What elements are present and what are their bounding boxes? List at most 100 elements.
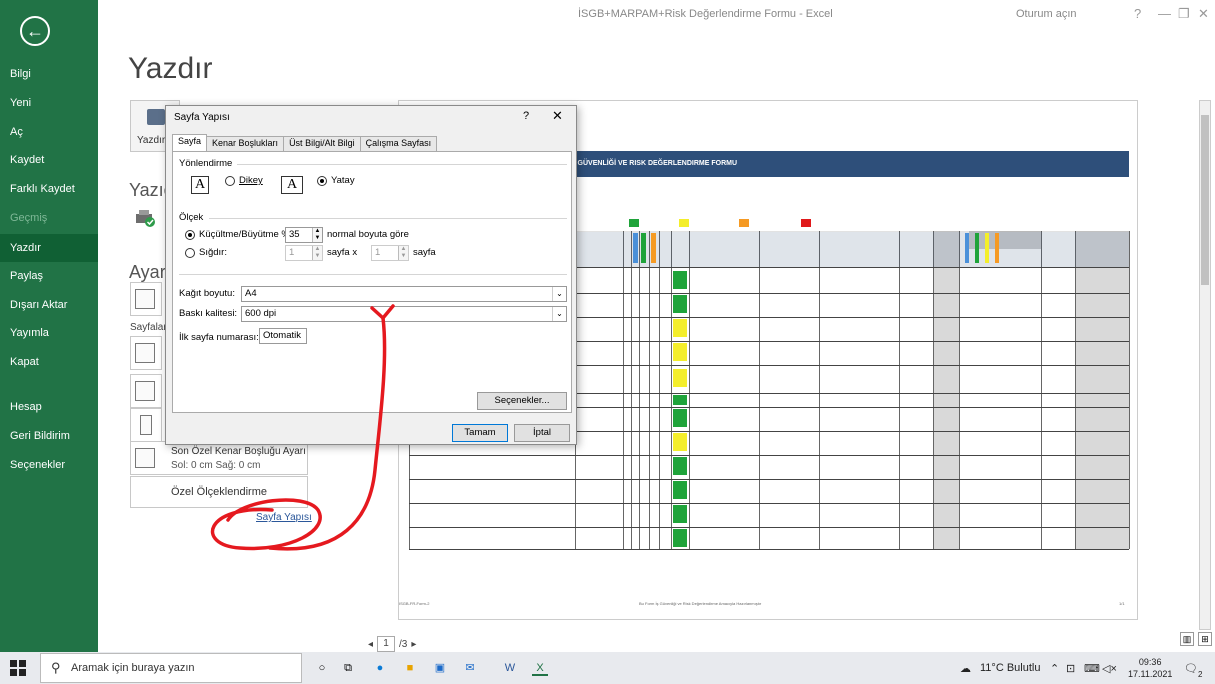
sign-in-link[interactable]: Oturum açın [1016,8,1077,20]
sidebar-item-open[interactable]: Aç [0,118,98,146]
margins-selector[interactable]: Son Özel Kenar Boşluğu Ayarı Sol: 0 cm S… [130,441,308,475]
adjust-to-suffix: normal boyuta göre [327,229,409,240]
sidebar-item-feedback[interactable]: Geri Bildirim [0,422,98,450]
preview-footer-center: Bu Form İş Güvenliği ve Risk Değerlendir… [639,601,762,606]
sidebar-item-account[interactable]: Hesap [0,393,98,421]
legend-green-swatch [629,219,639,227]
fit-wide-suffix: sayfa x [327,247,358,258]
custom-scaling-selector[interactable]: Özel Ölçeklendirme [130,476,308,508]
adjust-to-spinner[interactable]: 35 ▲ ▼ [285,227,323,243]
tab-margins[interactable]: Kenar Boşlukları [206,136,285,151]
show-hidden-icons-icon[interactable]: ⌃ [1050,662,1059,675]
sidebar-item-export[interactable]: Dışarı Aktar [0,291,98,319]
preview-scrollbar[interactable] [1199,100,1211,630]
restore-icon[interactable]: ❐ [1178,6,1190,22]
store-icon[interactable]: ▣ [432,660,448,676]
margins-title: Son Özel Kenar Boşluğu Ayarı [171,446,306,457]
legend-yellow-swatch [679,219,689,227]
dialog-close-icon[interactable]: ✕ [552,108,563,124]
search-icon: ⚲ [51,660,61,675]
window-title: İSGB+MARPAM+Risk Değerlendirme Formu - E… [578,8,833,20]
orientation-icon [135,381,155,401]
fit-tall-suffix: sayfa [413,247,436,258]
dialog-help-icon[interactable]: ? [523,110,529,122]
sidebar-item-history: Geçmiş [10,212,48,224]
chevron-down-icon[interactable]: ⌄ [552,287,566,301]
fit-to-radio[interactable] [185,248,195,258]
total-pages: /3 [399,638,408,650]
clock-date: 17.11.2021 [1128,669,1173,679]
sidebar-item-print[interactable]: Yazdır [0,234,98,262]
taskbar-clock[interactable]: 09:36 17.11.2021 [1128,656,1172,680]
notification-count: 2 [1198,670,1203,679]
ok-button[interactable]: Tamam [452,424,508,442]
taskbar-search-input[interactable]: ⚲ Aramak için buraya yazın [40,653,302,683]
adjust-to-radio[interactable] [185,230,195,240]
adjust-to-value: 35 [289,229,300,240]
landscape-label: Yatay [331,175,355,186]
windows-start-icon[interactable] [10,660,26,676]
print-what-selector[interactable] [130,282,162,316]
sidebar-item-save-as[interactable]: Farklı Kaydet [0,175,98,203]
print-quality-select[interactable]: 600 dpi ⌄ [241,306,567,322]
first-page-number-label: İlk sayfa numarası: [179,332,259,343]
file-explorer-icon[interactable]: ■ [402,660,418,676]
spinner-arrows-icon[interactable]: ▲ ▼ [312,228,322,242]
network-icon[interactable]: ⊡ [1066,662,1075,675]
spinner-arrows-icon[interactable]: ▲ ▼ [398,246,408,260]
first-page-number-input[interactable]: Otomatik [259,328,307,344]
mail-icon[interactable]: ✉ [462,660,478,676]
zoom-to-page-icon[interactable]: ⊞ [1198,632,1212,646]
collate-selector[interactable] [130,336,162,370]
scale-group-label: Ölçek [179,212,204,223]
weather-icon[interactable]: ☁ [960,662,971,675]
sidebar-item-save[interactable]: Kaydet [0,146,98,174]
notification-center-icon[interactable]: 🗨 [1184,662,1198,675]
spinner-arrows-icon[interactable]: ▲ ▼ [312,246,322,260]
page-title: Yazdır [128,52,213,85]
show-margins-icon[interactable]: ▥ [1180,632,1194,646]
sidebar-item-close[interactable]: Kapat [0,348,98,376]
sidebar-item-publish[interactable]: Yayımla [0,319,98,347]
landscape-radio[interactable] [317,176,327,186]
help-icon[interactable]: ? [1134,6,1141,21]
word-icon[interactable]: W [502,660,518,676]
paper-size-selector[interactable] [130,408,162,442]
options-button[interactable]: Seçenekler... [477,392,567,410]
volume-icon[interactable]: ◁× [1102,662,1117,675]
cortana-icon[interactable]: ○ [314,660,330,676]
fit-tall-spinner[interactable]: 1 ▲ ▼ [371,245,409,261]
portrait-radio[interactable] [225,176,235,186]
excel-icon[interactable]: X [532,660,548,676]
sidebar-item-options[interactable]: Seçenekler [0,451,98,479]
landscape-page-icon: A [281,176,303,194]
page-icon [140,415,152,435]
current-page-input[interactable]: 1 [377,636,396,652]
edge-icon[interactable]: ● [372,660,388,676]
keyboard-icon[interactable]: ⌨ [1084,662,1100,675]
cancel-button[interactable]: İptal [514,424,570,442]
search-placeholder: Aramak için buraya yazın [71,662,195,674]
orientation-selector[interactable] [130,374,162,408]
task-view-icon[interactable]: ⧉ [340,660,356,676]
sidebar-item-info[interactable]: Bilgi [0,60,98,88]
back-arrow-icon[interactable]: ← [20,16,50,46]
paper-size-select[interactable]: A4 ⌄ [241,286,567,302]
dialog-tabs: Sayfa Kenar Boşlukları Üst Bilgi/Alt Bil… [172,134,438,152]
scrollbar-thumb[interactable] [1201,115,1209,285]
minimize-icon[interactable]: — [1158,6,1171,21]
title-bar: İSGB+MARPAM+Risk Değerlendirme Formu - E… [98,0,1215,28]
fit-wide-spinner[interactable]: 1 ▲ ▼ [285,245,323,261]
prev-page-icon[interactable]: ◂ [368,639,373,650]
tab-sheet[interactable]: Çalışma Sayfası [359,136,438,151]
tab-header-footer[interactable]: Üst Bilgi/Alt Bilgi [283,136,361,151]
tab-page[interactable]: Sayfa [172,134,208,151]
page-setup-link[interactable]: Sayfa Yapısı [256,512,312,523]
sidebar-item-share[interactable]: Paylaş [0,262,98,290]
chevron-down-icon[interactable]: ⌄ [552,307,566,321]
close-icon[interactable]: ✕ [1198,6,1209,22]
next-page-icon[interactable]: ▸ [411,639,416,650]
paper-size-label: Kağıt boyutu: [179,288,235,299]
sidebar-item-new[interactable]: Yeni [0,89,98,117]
weather-text[interactable]: 11°C Bulutlu [980,662,1040,674]
